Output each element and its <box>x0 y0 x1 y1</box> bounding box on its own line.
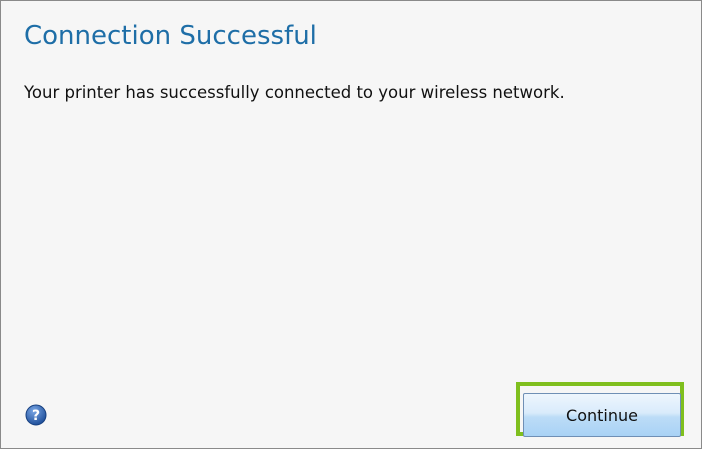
dialog-window: Connection Successful Your printer has s… <box>0 0 702 449</box>
help-icon-graphic: ? <box>25 404 47 426</box>
svg-text:?: ? <box>32 408 40 424</box>
dialog-title: Connection Successful <box>24 21 317 51</box>
dialog-message: Your printer has successfully connected … <box>24 83 565 102</box>
help-icon[interactable]: ? <box>25 404 47 426</box>
continue-button[interactable]: Continue <box>523 393 681 437</box>
